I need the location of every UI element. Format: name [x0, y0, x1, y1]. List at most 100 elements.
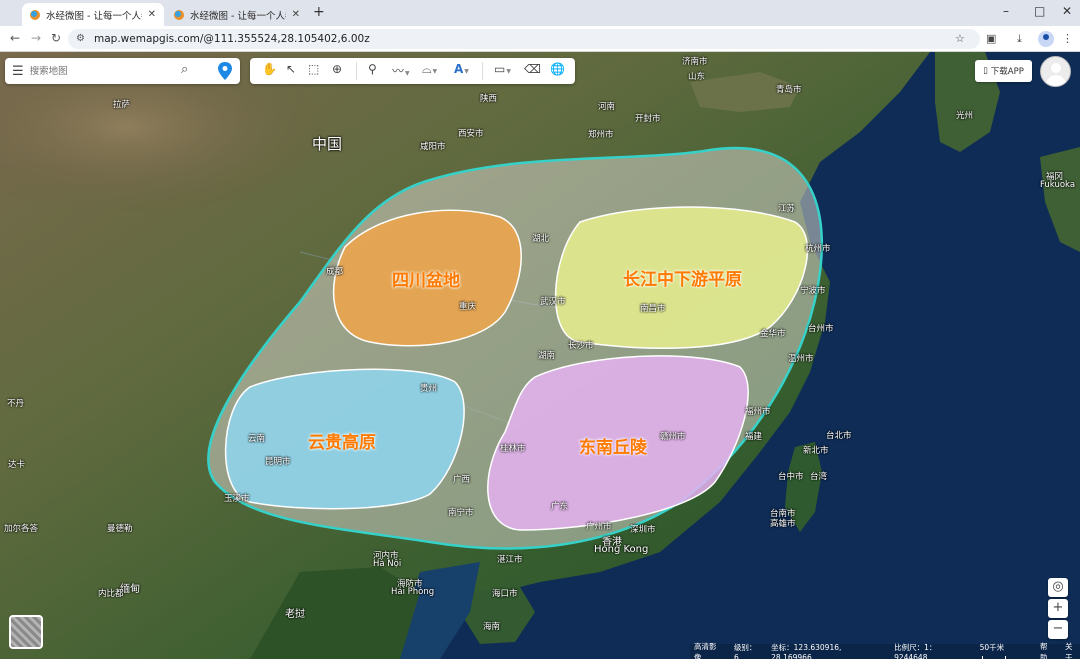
map-label: 温州市	[788, 354, 814, 364]
browser-tab-active[interactable]: 水经微图 - 让每一个人都有自己 ✕	[22, 3, 164, 26]
site-info-icon[interactable]: ⚙	[76, 33, 85, 44]
map-label: 陕西	[480, 94, 498, 104]
pan-hand-icon[interactable]: ✋	[262, 62, 277, 76]
browser-toolbar: ← → ↻ ⚙ map.wemapgis.com/@111.355524,28.…	[0, 26, 1080, 52]
map-label: 广西	[453, 475, 471, 485]
region-label-yungui: 云贵高原	[308, 433, 376, 453]
browser-menu-icon[interactable]: ⋮	[1062, 32, 1073, 45]
map-label: 济南市	[682, 57, 708, 67]
zoom-controls: ◎ + −	[1048, 578, 1068, 641]
map-label: 福建	[745, 432, 763, 442]
marker-icon[interactable]: ⚲	[368, 62, 377, 76]
toolbar-divider	[482, 62, 483, 80]
map-status-bar: 高清影像 级别：6 坐标：123.630916, 28.169966 比例尺：1…	[690, 641, 1080, 659]
polyline-icon[interactable]: 〰▼	[392, 62, 410, 79]
map-label: 高雄市	[770, 519, 796, 529]
locate-button[interactable]: ◎	[1048, 578, 1068, 597]
about-link[interactable]: 关于	[1065, 641, 1080, 659]
ruler-icon[interactable]: ▭▼	[494, 62, 511, 76]
map-label: 湛江市	[497, 555, 523, 565]
map-toolbar: ✋ ↖ ⬚ ⊕ ⚲ 〰▼ ⌓▼ A▼ ▭▼ ⌫ 🌐	[250, 58, 575, 84]
search-input[interactable]	[29, 65, 180, 77]
map-label: 台州市	[808, 324, 834, 334]
map-label: 重庆	[459, 302, 477, 312]
back-icon[interactable]: ←	[10, 31, 20, 45]
map-label: 达卡	[8, 460, 26, 470]
close-window-button[interactable]: ✕	[1062, 4, 1072, 18]
toolbar-divider	[356, 62, 357, 80]
map-label: Hải Phòng	[391, 587, 435, 597]
map-label: 桂林市	[500, 444, 526, 454]
close-tab-icon[interactable]: ✕	[148, 9, 156, 20]
zoom-search-icon[interactable]: ⊕	[332, 62, 342, 76]
user-avatar[interactable]	[1040, 56, 1071, 87]
globe-icon[interactable]: 🌐	[550, 62, 565, 76]
hamburger-menu-icon[interactable]: ☰	[12, 64, 24, 79]
country-label-china: 中国	[312, 135, 343, 153]
map-label: 武汉市	[540, 297, 566, 307]
map-label: 宁波市	[800, 286, 826, 296]
tab-title: 水经微图 - 让每一个人都有自己	[46, 10, 142, 22]
polygon-icon[interactable]: ⌓▼	[422, 62, 437, 77]
close-tab-icon[interactable]: ✕	[292, 9, 300, 20]
map-label: 湖北	[532, 234, 550, 244]
map-label: 不丹	[7, 399, 25, 409]
map-label: 南宁市	[448, 508, 474, 518]
download-app-button[interactable]: ▯ 下载APP	[975, 60, 1032, 82]
map-label: 青岛市	[776, 85, 802, 95]
map-label: Hà Nội	[373, 559, 402, 569]
map-label: 拉萨	[113, 100, 131, 110]
multi-select-icon[interactable]: ⬚	[308, 62, 319, 76]
clear-icon[interactable]: ⌫	[524, 62, 541, 76]
location-pin-icon[interactable]	[216, 61, 234, 81]
map-label: 广东	[551, 502, 569, 512]
reload-icon[interactable]: ↻	[51, 31, 61, 45]
map-label: 台中市	[778, 472, 804, 482]
text-tool-icon[interactable]: A▼	[454, 62, 469, 76]
download-app-label: 下载APP	[990, 67, 1024, 77]
forward-icon[interactable]: →	[31, 31, 41, 45]
map-label: 杭州市	[805, 244, 831, 254]
map-label: 内比都	[98, 589, 124, 599]
address-bar[interactable]: ⚙ map.wemapgis.com/@111.355524,28.105402…	[68, 29, 980, 49]
map-label: 金华市	[760, 329, 786, 339]
map-label: 山东	[688, 72, 706, 82]
map-label: 老挝	[285, 609, 305, 620]
map-search-box: ☰ ⌕	[5, 58, 240, 84]
bookmark-star-icon[interactable]: ☆	[955, 32, 965, 45]
extensions-icon[interactable]: ▣	[986, 32, 996, 45]
map-label: 赣州市	[660, 432, 686, 442]
map-label: 江苏	[778, 204, 796, 214]
scale-bar: 50千米	[980, 642, 1030, 659]
region-label-yangtze: 长江中下游平原	[623, 270, 742, 290]
map-label: 海南	[483, 622, 501, 632]
zoom-in-button[interactable]: +	[1048, 599, 1068, 618]
new-tab-button[interactable]: +	[313, 4, 325, 20]
basemap-switcher-button[interactable]	[9, 615, 43, 649]
map-canvas[interactable]: 四川盆地 长江中下游平原 云贵高原 东南丘陵 中国 陕西 西安市 咸阳市 河南 …	[0, 52, 1080, 659]
map-scale: 比例尺：1：9244648	[894, 642, 937, 659]
zoom-level: 级别：6	[733, 642, 757, 659]
select-pointer-icon[interactable]: ↖	[286, 62, 296, 76]
help-link[interactable]: 帮助	[1040, 641, 1055, 659]
profile-avatar[interactable]	[1038, 31, 1054, 47]
cursor-coordinates: 坐标：123.630916, 28.169966	[771, 642, 842, 659]
minimize-button[interactable]: –	[1003, 4, 1009, 18]
browser-tab-bar: 水经微图 - 让每一个人都有自己 ✕ 水经微图 - 让每一个人都有自己 ✕ + …	[0, 0, 1080, 26]
map-label: Fukuoka	[1040, 180, 1076, 190]
zoom-out-button[interactable]: −	[1048, 620, 1068, 639]
map-label: 郑州市	[588, 130, 614, 140]
url-text: map.wemapgis.com/@111.355524,28.105402,6…	[94, 33, 370, 45]
map-label: 新北市	[803, 446, 829, 456]
tab-title: 水经微图 - 让每一个人都有自己	[190, 10, 286, 22]
browser-tab-inactive[interactable]: 水经微图 - 让每一个人都有自己 ✕	[166, 3, 308, 26]
search-icon[interactable]: ⌕	[181, 62, 188, 77]
map-label: 河南	[598, 102, 616, 112]
map-label-hongkong-en: Hong Kong	[594, 544, 649, 555]
map-label: 开封市	[635, 114, 661, 124]
map-label: 南昌市	[640, 304, 666, 314]
maximize-button[interactable]: □	[1034, 4, 1045, 18]
site-favicon-icon	[30, 9, 40, 20]
downloads-icon[interactable]: ⤓	[1017, 32, 1022, 46]
region-label-sichuan: 四川盆地	[392, 271, 460, 291]
